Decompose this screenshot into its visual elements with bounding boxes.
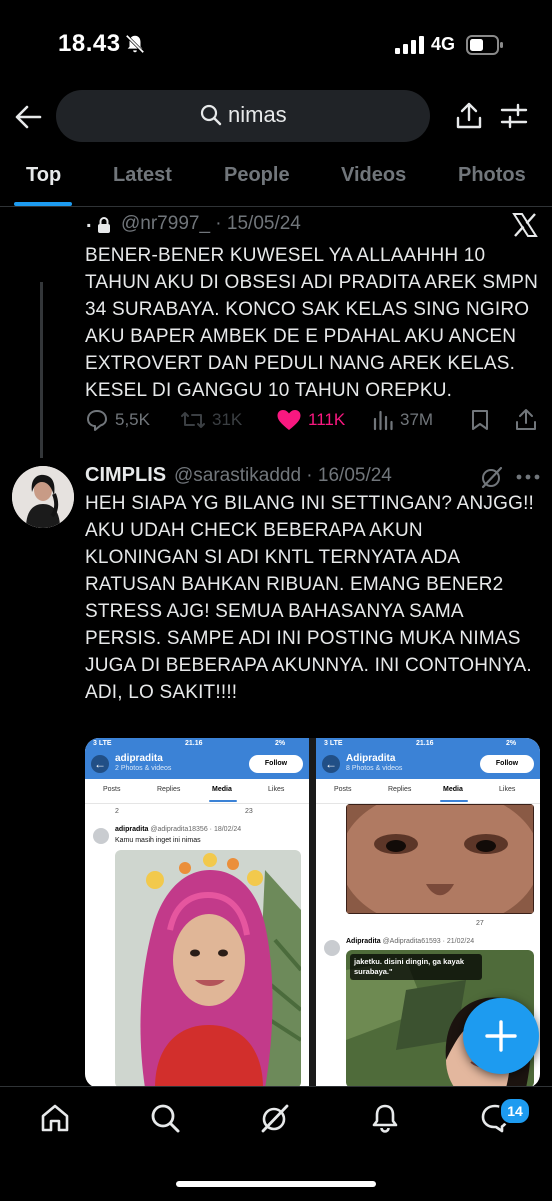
like-count: 111K [308, 410, 346, 429]
embedded-tabs: Posts Replies Media Likes [316, 779, 540, 804]
embedded-battery: 2% [506, 740, 517, 747]
tweet2-text: HEH SIAPA YG BILANG INI SETTINGAN? ANJGG… [85, 493, 535, 703]
notifications-icon[interactable] [369, 1102, 401, 1134]
avatar[interactable] [12, 466, 74, 528]
embedded-prev-views-count: 23 [245, 808, 253, 815]
embedded-battery: 2% [275, 740, 286, 747]
embedded-carrier: 3 LTE [324, 740, 343, 747]
embedded-tweet-name: Adipradita @Adipradita61593 · 21/02/24 [346, 938, 474, 945]
tab-videos[interactable]: Videos [341, 164, 406, 187]
repost-button[interactable]: 31K [180, 405, 242, 435]
tab-latest[interactable]: Latest [113, 164, 172, 187]
embedded-tweet-name: adipradita @adipradita18356 · 18/02/24 [115, 826, 241, 833]
embedded-status-bar: 3 LTE 21.16 2% [316, 738, 540, 751]
embedded-profile-header: ← adipradita 2 Photos & videos Follow [85, 751, 309, 779]
compose-button[interactable] [463, 998, 539, 1074]
embedded-tab-underline [209, 800, 237, 802]
signal-icon [395, 36, 424, 54]
tab-people[interactable]: People [224, 164, 290, 187]
embedded-tab-replies: Replies [388, 786, 412, 793]
tweet2-handle[interactable]: @sarastikaddd · 16/05/24 [174, 465, 392, 487]
explore-icon[interactable] [149, 1102, 181, 1134]
reply-icon [87, 410, 107, 431]
embedded-time: 21.16 [185, 740, 203, 747]
embedded-tabs: Posts Replies Media Likes [85, 779, 309, 804]
embedded-profile-sub: 2 Photos & videos [115, 765, 172, 772]
embedded-prev-actions: 27 [316, 920, 540, 932]
tweet2-name[interactable]: CIMPLIS [85, 464, 166, 487]
back-arrow-icon[interactable] [14, 104, 42, 130]
filter-icon[interactable] [500, 102, 528, 130]
embedded-back-icon: ← [91, 755, 109, 773]
embedded-photo-caption: jaketku. disini dingin, ga kayak surabay… [350, 954, 482, 980]
home-indicator [176, 1181, 376, 1187]
embedded-tweet-avatar [324, 940, 340, 956]
share-icon[interactable] [454, 101, 484, 131]
search-query[interactable]: nimas [228, 102, 287, 128]
plus-icon [485, 1020, 517, 1052]
embedded-tweet-handle: @adipradita18356 · 18/02/24 [150, 826, 242, 833]
embedded-photo-hijab [115, 850, 301, 1088]
embedded-profile-sub: 8 Photos & videos [346, 765, 403, 772]
embedded-follow-button: Follow [480, 755, 534, 773]
status-time: 18.43 [58, 30, 121, 57]
embedded-carrier: 3 LTE [93, 740, 112, 747]
messages-badge: 14 [499, 1097, 531, 1125]
tweet1-name[interactable]: . [86, 210, 92, 233]
thread-line [40, 282, 43, 458]
home-icon[interactable] [39, 1102, 71, 1134]
bookmark-icon[interactable] [470, 409, 490, 431]
embedded-tab-likes: Likes [268, 786, 285, 793]
battery-icon [466, 35, 503, 55]
embedded-tab-media: Media [443, 786, 463, 793]
repost-icon [181, 412, 205, 428]
share-tweet-icon[interactable] [514, 408, 538, 432]
embedded-tweet-text: Kamu masih inget ini nimas [115, 837, 201, 844]
views-icon [373, 410, 393, 431]
tweet1-text: BENER-BENER KUWESEL YA ALLAAHHH 10 TAHUN… [85, 245, 539, 401]
grok-icon[interactable] [480, 465, 504, 489]
embedded-tab-media: Media [212, 786, 232, 793]
embedded-follow-button: Follow [249, 755, 303, 773]
tab-top[interactable]: Top [26, 164, 61, 187]
lock-icon [98, 217, 110, 233]
embedded-photo-face [346, 804, 534, 914]
tab-photos[interactable]: Photos [458, 164, 526, 187]
reply-count: 5,5K [115, 410, 150, 429]
embedded-prev-reply-count: 2 [115, 808, 119, 815]
embedded-back-icon: ← [322, 755, 340, 773]
repost-count: 31K [212, 410, 243, 429]
network-label: 4G [431, 34, 456, 54]
embedded-prev-views-count: 27 [476, 920, 484, 927]
embedded-profile-header: ← Adipradita 8 Photos & videos Follow [316, 751, 540, 779]
grok-nav-icon[interactable] [259, 1102, 291, 1134]
embedded-tab-underline [440, 800, 468, 802]
embedded-tweet-username: Adipradita [346, 938, 381, 945]
embedded-profile-name: Adipradita [346, 753, 396, 764]
embedded-tweet-handle: @Adipradita61593 · 21/02/24 [382, 938, 475, 945]
embedded-screenshot-left: 3 LTE 21.16 2% ← adipradita 2 Photos & v… [85, 738, 309, 1088]
tabs-divider [0, 206, 552, 207]
views-count: 37M [400, 410, 434, 429]
embedded-profile-name: adipradita [115, 753, 163, 764]
x-logo-icon [512, 213, 538, 237]
search-icon [200, 104, 222, 126]
reply-button[interactable]: 5,5K [85, 405, 150, 435]
embedded-status-bar: 3 LTE 21.16 2% [85, 738, 309, 751]
embedded-tab-replies: Replies [157, 786, 181, 793]
heart-icon [277, 410, 301, 430]
more-icon[interactable] [515, 473, 541, 481]
embedded-prev-actions: 2 23 [85, 808, 309, 820]
embedded-tab-posts: Posts [334, 786, 352, 793]
embedded-tab-posts: Posts [103, 786, 121, 793]
embedded-tab-likes: Likes [499, 786, 516, 793]
tweet1-handle[interactable]: @nr7997_ · 15/05/24 [121, 213, 301, 235]
bell-off-icon [125, 34, 145, 54]
views-button[interactable]: 37M [372, 405, 433, 435]
embedded-time: 21.16 [416, 740, 434, 747]
like-button[interactable]: 111K [276, 405, 345, 435]
embedded-tweet-username: adipradita [115, 826, 149, 833]
embedded-tweet-avatar [93, 828, 109, 844]
